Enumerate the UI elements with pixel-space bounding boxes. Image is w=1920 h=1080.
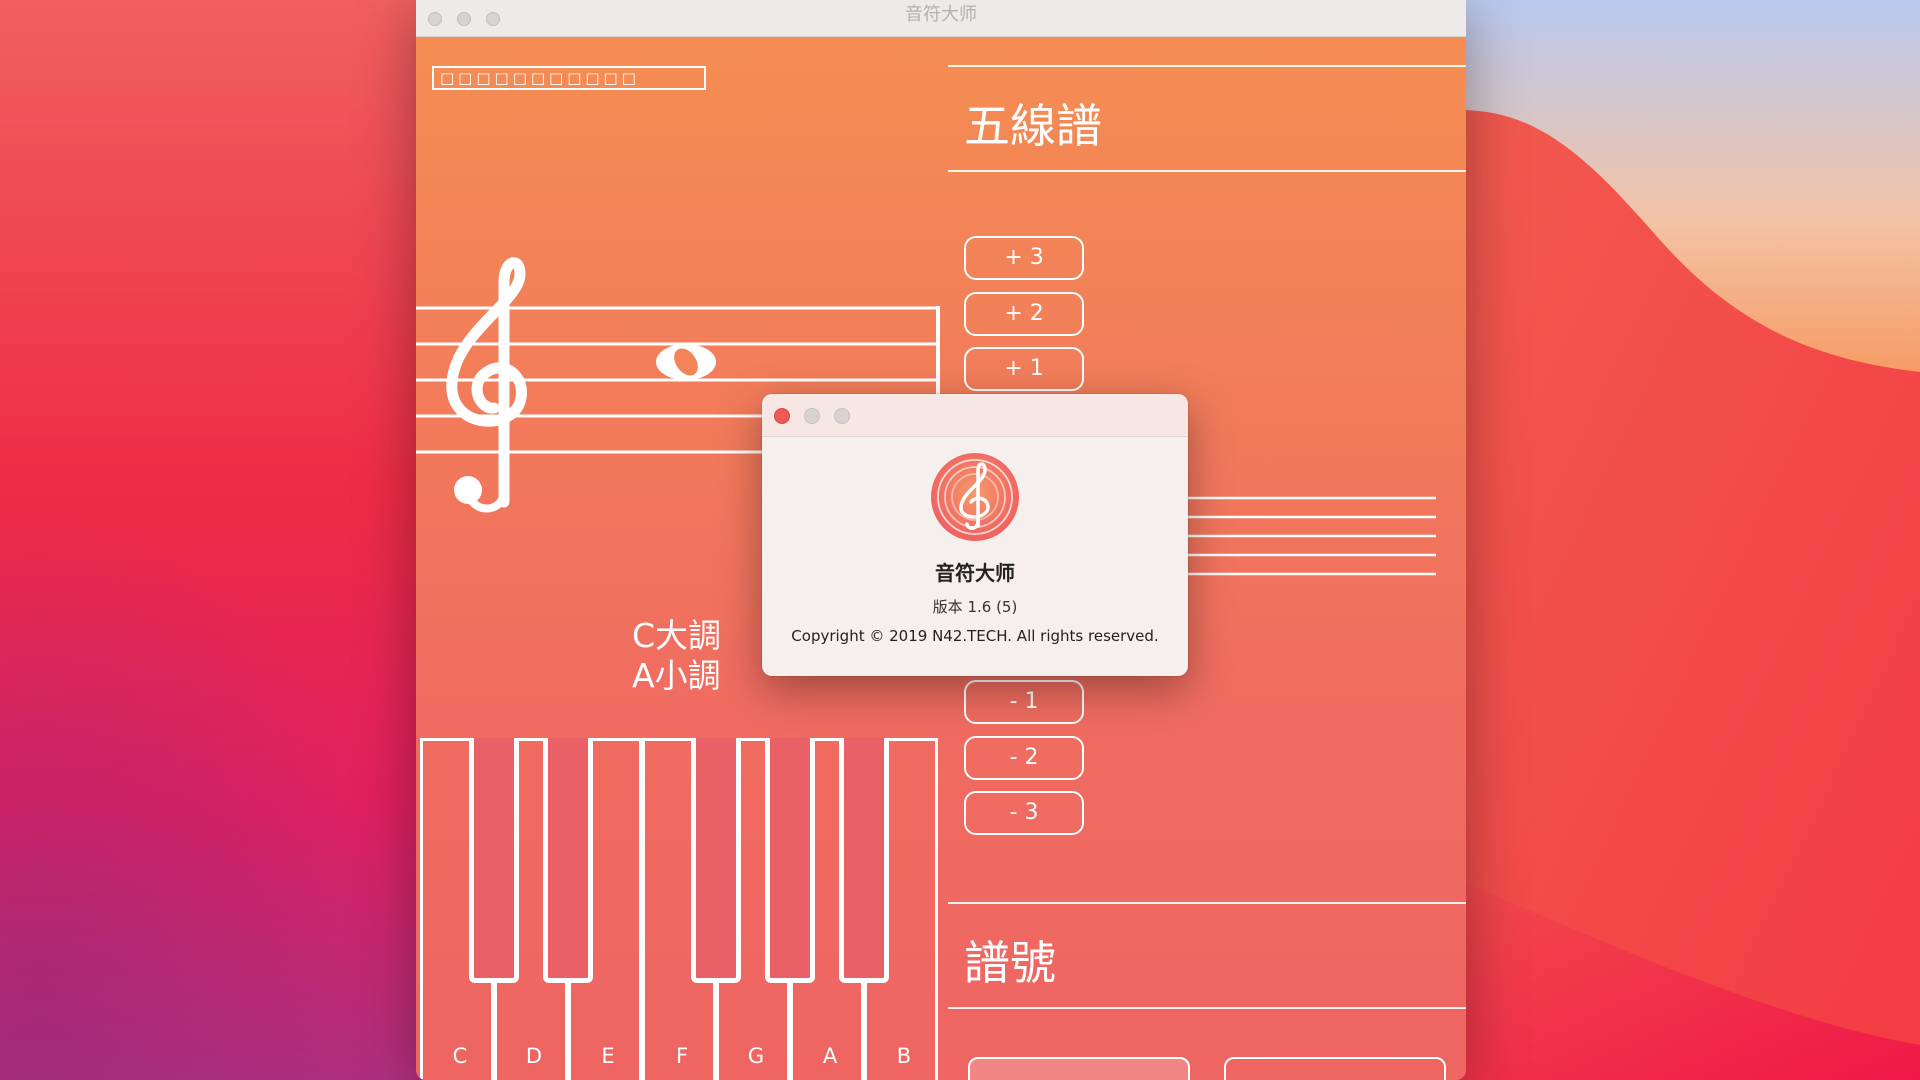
key-f-label: F xyxy=(675,1044,689,1068)
about-copyright: Copyright © 2019 N42.TECH. All rights re… xyxy=(791,627,1159,645)
app-logo-icon xyxy=(931,453,1019,541)
staff-title-bottom-divider xyxy=(948,170,1466,172)
shift-minus-3-button[interactable]: - 3 xyxy=(964,791,1084,835)
key-a-label: A xyxy=(822,1044,838,1068)
about-minimize-button[interactable] xyxy=(804,408,820,424)
shift-plus-3-button[interactable]: + 3 xyxy=(964,236,1084,280)
staff-section-title: 五線譜 xyxy=(964,99,1102,153)
about-app-name: 音符大师 xyxy=(935,561,1015,585)
shift-plus-1-button[interactable]: + 1 xyxy=(964,347,1084,391)
whole-note-icon xyxy=(656,344,716,380)
piano-black-key-c-sharp[interactable] xyxy=(469,738,519,983)
shift-minus-1-button[interactable]: - 1 xyxy=(964,680,1084,724)
key-d-label: D xyxy=(525,1044,543,1068)
treble-clef-icon xyxy=(446,257,527,513)
clef-title-top-divider xyxy=(948,902,1466,904)
piano-black-key-a-sharp[interactable] xyxy=(839,738,889,983)
clef-option-button-1[interactable] xyxy=(968,1057,1190,1080)
clef-title-bottom-divider xyxy=(948,1007,1466,1009)
window-title: 音符大师 xyxy=(905,4,977,25)
glyph-placeholder-box: □□□□□□□□□□□ xyxy=(432,66,706,90)
key-b-label: B xyxy=(896,1044,912,1068)
about-close-button[interactable] xyxy=(774,408,790,424)
key-major-label: C大調 xyxy=(632,616,722,655)
about-version: 版本 1.6 (5) xyxy=(932,598,1018,616)
window-titlebar[interactable]: 音符大师 xyxy=(416,0,1466,37)
about-zoom-button[interactable] xyxy=(834,408,850,424)
piano-black-key-g-sharp[interactable] xyxy=(765,738,815,983)
clef-section-title: 譜號 xyxy=(964,936,1056,990)
about-dialog-titlebar[interactable] xyxy=(762,394,1188,437)
clef-option-button-2[interactable] xyxy=(1224,1057,1446,1080)
key-g-label: G xyxy=(747,1044,765,1068)
shift-minus-2-button[interactable]: - 2 xyxy=(964,736,1084,780)
about-dialog: 音符大师 版本 1.6 (5) Copyright © 2019 N42.TEC… xyxy=(762,394,1188,676)
staff-title-top-divider xyxy=(948,65,1466,67)
piano-black-key-f-sharp[interactable] xyxy=(691,738,741,983)
key-minor-label: A小調 xyxy=(632,656,721,695)
key-e-label: E xyxy=(601,1044,615,1068)
piano-black-key-d-sharp[interactable] xyxy=(543,738,593,983)
chord-staff xyxy=(1176,496,1436,576)
shift-plus-2-button[interactable]: + 2 xyxy=(964,292,1084,336)
piano-keyboard: C D E F G A B xyxy=(420,738,938,1080)
key-c-label: C xyxy=(452,1044,468,1068)
